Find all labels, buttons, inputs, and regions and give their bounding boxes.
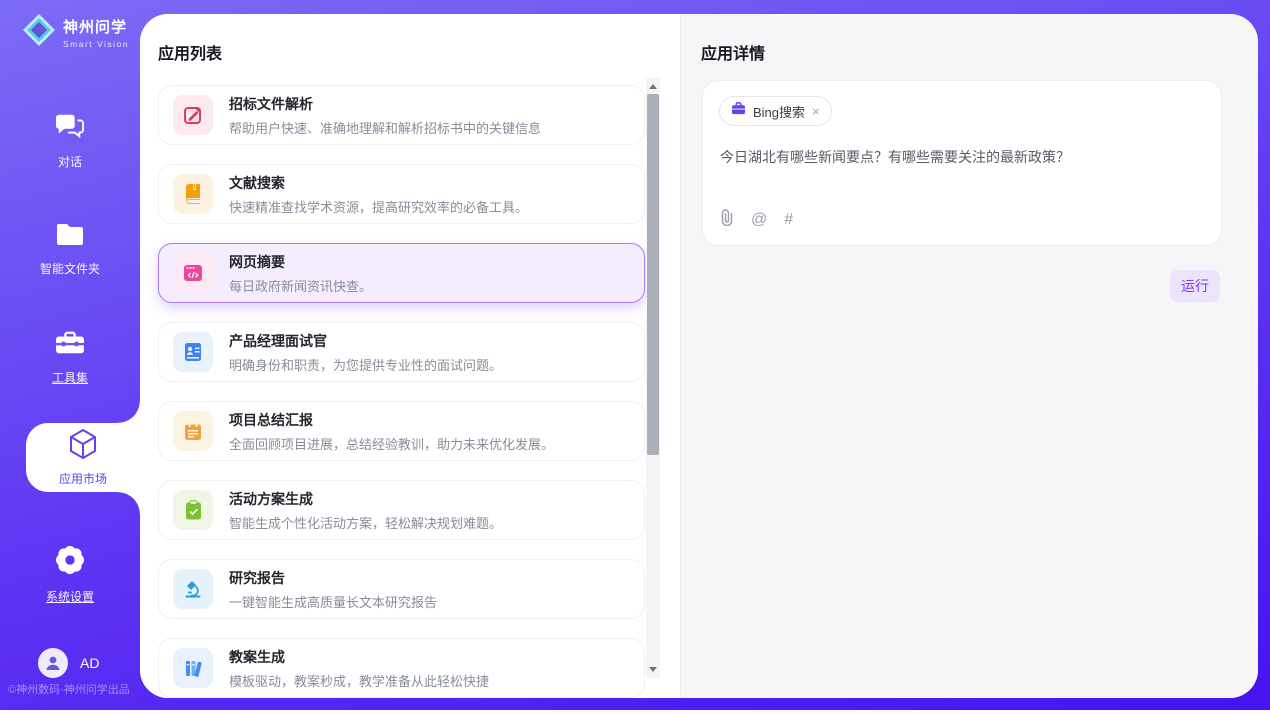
app-card-title: 项目总结汇报 <box>229 410 554 430</box>
app-card-pm-interviewer[interactable]: 产品经理面试官 明确身份和职责，为您提供专业性的面试问题。 <box>158 322 645 382</box>
book-icon <box>173 174 213 214</box>
sidebar-item-settings[interactable]: 系统设置 <box>0 545 140 605</box>
app-detail-panel: 应用详情 Bing搜索 × 今日湖北有哪些新闻要点？有哪些需要关注的最新政策？ <box>680 14 1258 698</box>
cube-icon <box>68 428 98 465</box>
app-card-desc: 快速精准查找学术资源，提高研究效率的必备工具。 <box>229 197 528 216</box>
tag-close-icon[interactable]: × <box>812 104 820 119</box>
app-card-desc: 明确身份和职责，为您提供专业性的面试问题。 <box>229 355 502 374</box>
prompt-input[interactable]: 今日湖北有哪些新闻要点？有哪些需要关注的最新政策？ <box>720 147 1200 167</box>
sidebar-item-label: 工具集 <box>52 369 88 386</box>
brand-logo-icon <box>22 13 56 52</box>
app-card-literature-search[interactable]: 文献搜索 快速精准查找学术资源，提高研究效率的必备工具。 <box>158 164 645 224</box>
sidebar-item-smart-folders[interactable]: 智能文件夹 <box>0 222 140 277</box>
interview-doc-icon <box>173 332 213 372</box>
folder-icon <box>55 222 85 252</box>
brand-subtitle: Smart Vision <box>63 39 129 49</box>
books-icon <box>173 648 213 688</box>
sidebar-item-label: 对话 <box>58 153 82 170</box>
brand-name: 神州问学 <box>63 16 129 37</box>
app-list-title: 应用列表 <box>158 40 222 64</box>
app-card-bid-parse[interactable]: 招标文件解析 帮助用户快速、准确地理解和解析招标书中的关键信息 <box>158 85 645 145</box>
gear-icon <box>55 545 85 580</box>
active-tab-fillet-top <box>118 401 140 423</box>
user-initials: AD <box>80 655 99 671</box>
mention-icon[interactable]: @ <box>751 211 767 229</box>
app-card-title: 研究报告 <box>229 568 437 588</box>
app-card-desc: 帮助用户快速、准确地理解和解析招标书中的关键信息 <box>229 118 541 137</box>
app-card-desc: 模板驱动，教案秒成，教学准备从此轻松快捷 <box>229 671 489 690</box>
clipboard-check-icon <box>173 490 213 530</box>
edit-doc-icon <box>173 95 213 135</box>
scrollbar-thumb[interactable] <box>647 94 659 455</box>
app-card-desc: 一键智能生成高质量长文本研究报告 <box>229 592 437 611</box>
app-card-title: 产品经理面试官 <box>229 331 502 351</box>
app-card-desc: 每日政府新闻资讯快查。 <box>229 276 372 295</box>
app-card-title: 活动方案生成 <box>229 489 502 509</box>
attachment-icon[interactable] <box>720 209 734 231</box>
active-tab-fillet-bottom <box>118 492 140 514</box>
app-card-desc: 智能生成个性化活动方案，轻松解决规划难题。 <box>229 513 502 532</box>
person-icon <box>44 654 62 672</box>
sidebar-item-app-market[interactable]: 应用市场 <box>26 423 140 492</box>
note-icon <box>173 411 213 451</box>
toolbox-icon <box>55 330 85 361</box>
hash-icon[interactable]: # <box>784 211 793 229</box>
app-card-title: 网页摘要 <box>229 252 372 272</box>
sidebar-item-toolset[interactable]: 工具集 <box>0 330 140 386</box>
microscope-icon <box>173 569 213 609</box>
avatar[interactable] <box>38 648 68 678</box>
app-card-desc: 全面回顾项目进展，总结经验教训，助力未来优化发展。 <box>229 434 554 453</box>
app-detail-title: 应用详情 <box>701 40 765 64</box>
brand-logo: 神州问学 Smart Vision <box>22 13 129 52</box>
main-panel: 应用列表 招标文件解析 帮助用户快速、准确地理解和解析招标书中的关键信息 <box>140 14 1258 698</box>
app-card-title: 文献搜索 <box>229 173 528 193</box>
sidebar: 神州问学 Smart Vision 对话 智能文件夹 <box>0 0 140 714</box>
list-scrollbar[interactable] <box>646 78 660 678</box>
app-card-project-summary[interactable]: 项目总结汇报 全面回顾项目进展，总结经验教训，助力未来优化发展。 <box>158 401 645 461</box>
app-card-title: 招标文件解析 <box>229 94 541 114</box>
scroll-down-arrow-icon[interactable] <box>649 667 657 672</box>
tool-tag-bing-search[interactable]: Bing搜索 × <box>719 96 832 126</box>
browser-code-icon <box>173 253 213 293</box>
chat-icon <box>55 112 85 145</box>
sidebar-footer: ©神州数码·神州问学出品 <box>8 681 130 697</box>
bottom-strip <box>0 710 1270 714</box>
sidebar-item-label: 系统设置 <box>46 588 94 605</box>
sidebar-item-label: 应用市场 <box>59 470 107 487</box>
sidebar-item-chat[interactable]: 对话 <box>0 112 140 170</box>
app-card-title: 教案生成 <box>229 647 489 667</box>
user-account[interactable]: AD <box>38 648 99 678</box>
scroll-up-arrow-icon[interactable] <box>649 84 657 89</box>
app-list-panel: 应用列表 招标文件解析 帮助用户快速、准确地理解和解析招标书中的关键信息 <box>140 14 680 698</box>
app-card-event-plan[interactable]: 活动方案生成 智能生成个性化活动方案，轻松解决规划难题。 <box>158 480 645 540</box>
app-card-lesson-plan[interactable]: 教案生成 模板驱动，教案秒成，教学准备从此轻松快捷 <box>158 638 645 698</box>
briefcase-icon <box>731 102 746 120</box>
app-card-web-summary[interactable]: 网页摘要 每日政府新闻资讯快查。 <box>158 243 645 303</box>
sidebar-item-label: 智能文件夹 <box>40 260 100 277</box>
prompt-card: Bing搜索 × 今日湖北有哪些新闻要点？有哪些需要关注的最新政策？ @ # <box>702 80 1222 246</box>
app-card-research-report[interactable]: 研究报告 一键智能生成高质量长文本研究报告 <box>158 559 645 619</box>
run-button[interactable]: 运行 <box>1170 270 1220 302</box>
tool-tag-label: Bing搜索 <box>753 102 805 121</box>
